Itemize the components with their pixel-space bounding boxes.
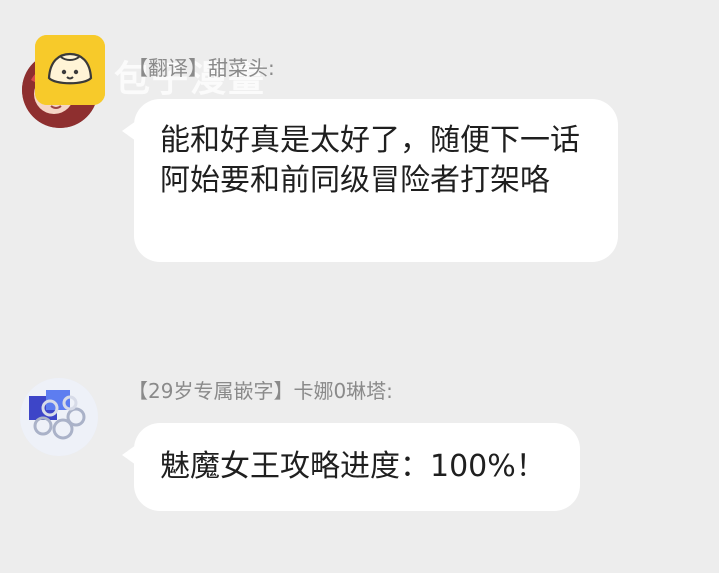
message-bubble[interactable]: 魅魔女王攻略进度：100%！ xyxy=(122,423,580,511)
sender-name: 【翻译】甜菜头: xyxy=(128,56,275,80)
message-bubble[interactable]: 能和好真是太好了，随便下一话阿始要和前同级冒险者打架咯 xyxy=(122,99,618,262)
message-text: 魅魔女王攻略进度：100%！ xyxy=(160,449,546,484)
avatar-kanalinta[interactable] xyxy=(20,378,98,456)
pattern-avatar-icon xyxy=(20,378,98,456)
message-text: 能和好真是太好了，随便下一话阿始要和前同级冒险者打架咯 xyxy=(160,123,580,198)
bun-logo-icon xyxy=(35,35,105,105)
bun-logo-badge xyxy=(35,35,105,105)
sender-name: 【29岁专属嵌字】卡娜0琳塔: xyxy=(128,379,393,403)
